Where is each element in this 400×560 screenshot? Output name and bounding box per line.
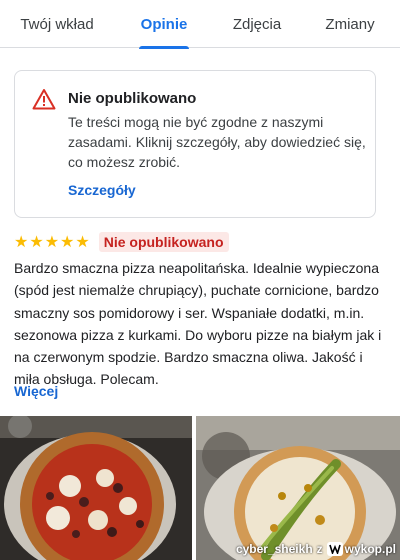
wykop-icon	[326, 542, 343, 556]
status-badge: Nie opublikowano	[98, 232, 229, 252]
watermark-sep: z	[316, 542, 323, 556]
more-link[interactable]: Więcej	[14, 383, 58, 399]
alert-title: Nie opublikowano	[68, 90, 197, 107]
wykop-logo: wykop.pl	[326, 542, 396, 556]
tab-contributions[interactable]: Twój wkład	[0, 0, 114, 48]
tab-label: Zdjęcia	[232, 15, 282, 33]
not-published-alert: Nie opublikowano Te treści mogą nie być …	[14, 70, 376, 218]
tab-label: Opinie	[140, 15, 188, 33]
review-text: Bardzo smaczna pizza neapolitańska. Idea…	[14, 260, 382, 388]
clipped-previous-row	[14, 48, 314, 52]
details-link[interactable]: Szczegóły	[68, 182, 136, 198]
tab-label: Zmiany	[325, 15, 375, 33]
warning-icon	[32, 89, 56, 110]
tab-edits[interactable]: Zmiany	[300, 0, 400, 48]
pizza-green-photo[interactable]	[196, 416, 400, 560]
tab-label: Twój wkład	[20, 15, 94, 33]
star-rating: ★★★★★	[14, 234, 91, 251]
watermark-brand: wykop.pl	[344, 542, 396, 556]
tab-photos[interactable]: Zdjęcia	[214, 0, 300, 48]
alert-message: Te treści mogą nie być zgodne z naszymi …	[68, 114, 366, 170]
tab-reviews[interactable]: Opinie	[114, 0, 214, 49]
watermark: cyber_sheikh z wykop.pl	[236, 541, 396, 557]
tab-bar: Twój wkład Opinie Zdjęcia Zmiany	[0, 0, 400, 49]
watermark-user: cyber_sheikh	[235, 542, 313, 556]
review-rating-row: ★★★★★ Nie opublikowano	[14, 231, 229, 253]
pizza-red-photo[interactable]	[0, 416, 192, 560]
